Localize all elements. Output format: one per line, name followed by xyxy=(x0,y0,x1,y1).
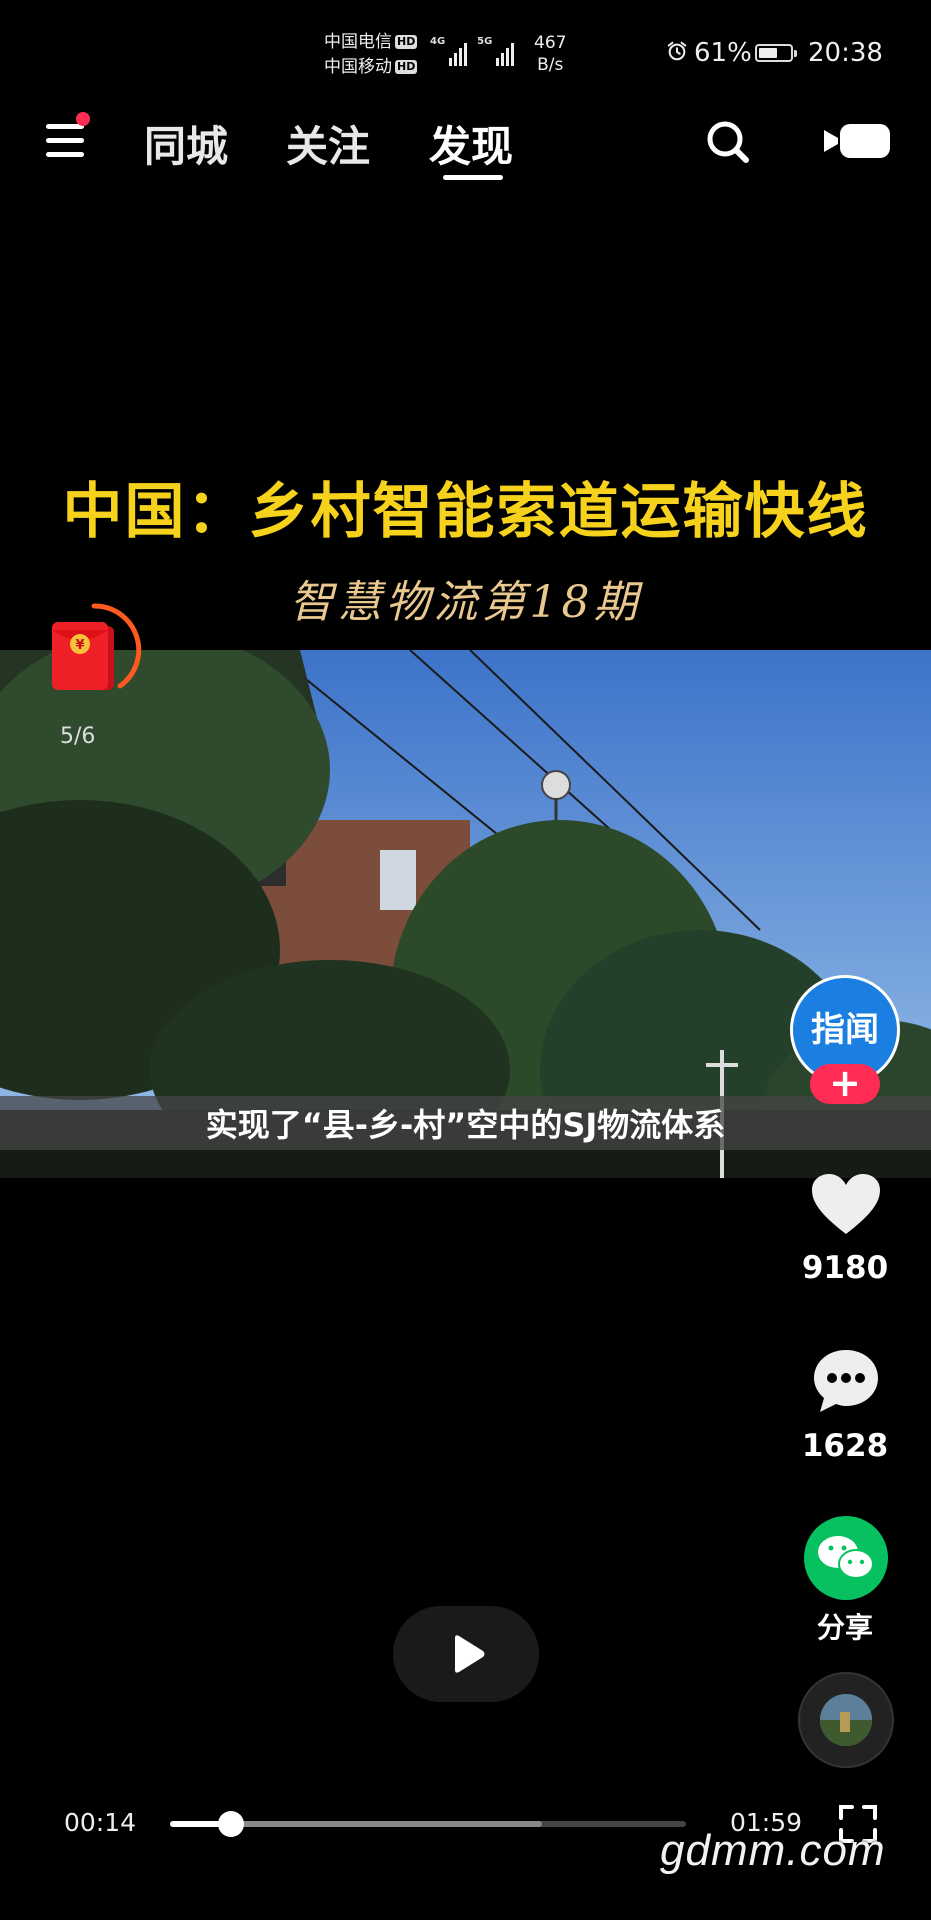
tab-discover[interactable]: 发现 xyxy=(429,113,513,174)
network-type-2: 5G xyxy=(477,36,493,47)
camera-icon[interactable] xyxy=(820,120,892,162)
tab-nearby[interactable]: 同城 xyxy=(144,113,228,174)
network-speed-unit: B/s xyxy=(537,55,564,75)
network-speed-value: 467 xyxy=(534,33,567,53)
battery-percent: 61% xyxy=(694,38,752,68)
notification-dot xyxy=(76,112,90,126)
carrier-info: 中国电信 HD 中国移动 HD xyxy=(324,30,418,80)
video-title: 中国：乡村智能索道运输快线 xyxy=(62,477,869,547)
current-time: 00:14 xyxy=(64,1808,137,1837)
tab-following[interactable]: 关注 xyxy=(286,113,370,174)
menu-button[interactable] xyxy=(44,112,90,160)
network-speed: 467 B/s xyxy=(534,32,566,76)
comment-icon[interactable] xyxy=(812,1348,880,1414)
red-packet-icon: ¥ xyxy=(52,622,114,690)
search-icon[interactable] xyxy=(704,118,752,166)
svg-text:¥: ¥ xyxy=(75,638,84,653)
network-type-1: 4G xyxy=(430,36,446,47)
like-count: 9180 xyxy=(801,1250,889,1286)
follow-button[interactable]: + xyxy=(810,1064,880,1104)
play-icon xyxy=(455,1635,485,1673)
red-packet-progress: 5/6 xyxy=(60,724,96,749)
active-tab-indicator xyxy=(443,175,503,180)
status-bar: 中国电信 HD 中国移动 HD 4G 5G 467 B/s 61% 20:38 xyxy=(0,0,931,100)
comment-count: 1628 xyxy=(801,1428,889,1464)
play-button[interactable] xyxy=(393,1606,539,1702)
progress-thumb[interactable] xyxy=(217,1811,244,1837)
alarm-icon xyxy=(667,41,687,61)
heart-icon[interactable] xyxy=(810,1172,882,1238)
progress-slider[interactable] xyxy=(170,1811,686,1837)
hd-badge: HD xyxy=(395,60,418,74)
music-cover xyxy=(820,1694,872,1746)
share-label: 分享 xyxy=(816,1611,873,1644)
red-packet-button[interactable]: ¥ xyxy=(48,620,120,696)
watermark: gdmm.com xyxy=(660,1826,886,1875)
carrier-1: 中国电信 xyxy=(324,32,392,52)
wechat-icon xyxy=(818,1536,874,1579)
battery-icon xyxy=(755,44,797,62)
music-disc[interactable] xyxy=(798,1672,894,1768)
video-caption: 实现了“县-乡-村”空中的SJ物流体系 xyxy=(205,1106,726,1144)
share-button[interactable] xyxy=(804,1516,888,1600)
clock: 20:38 xyxy=(808,38,883,68)
carrier-2: 中国移动 xyxy=(324,57,392,77)
signal-icon: 4G 5G xyxy=(430,36,515,66)
hd-badge: HD xyxy=(395,35,418,49)
